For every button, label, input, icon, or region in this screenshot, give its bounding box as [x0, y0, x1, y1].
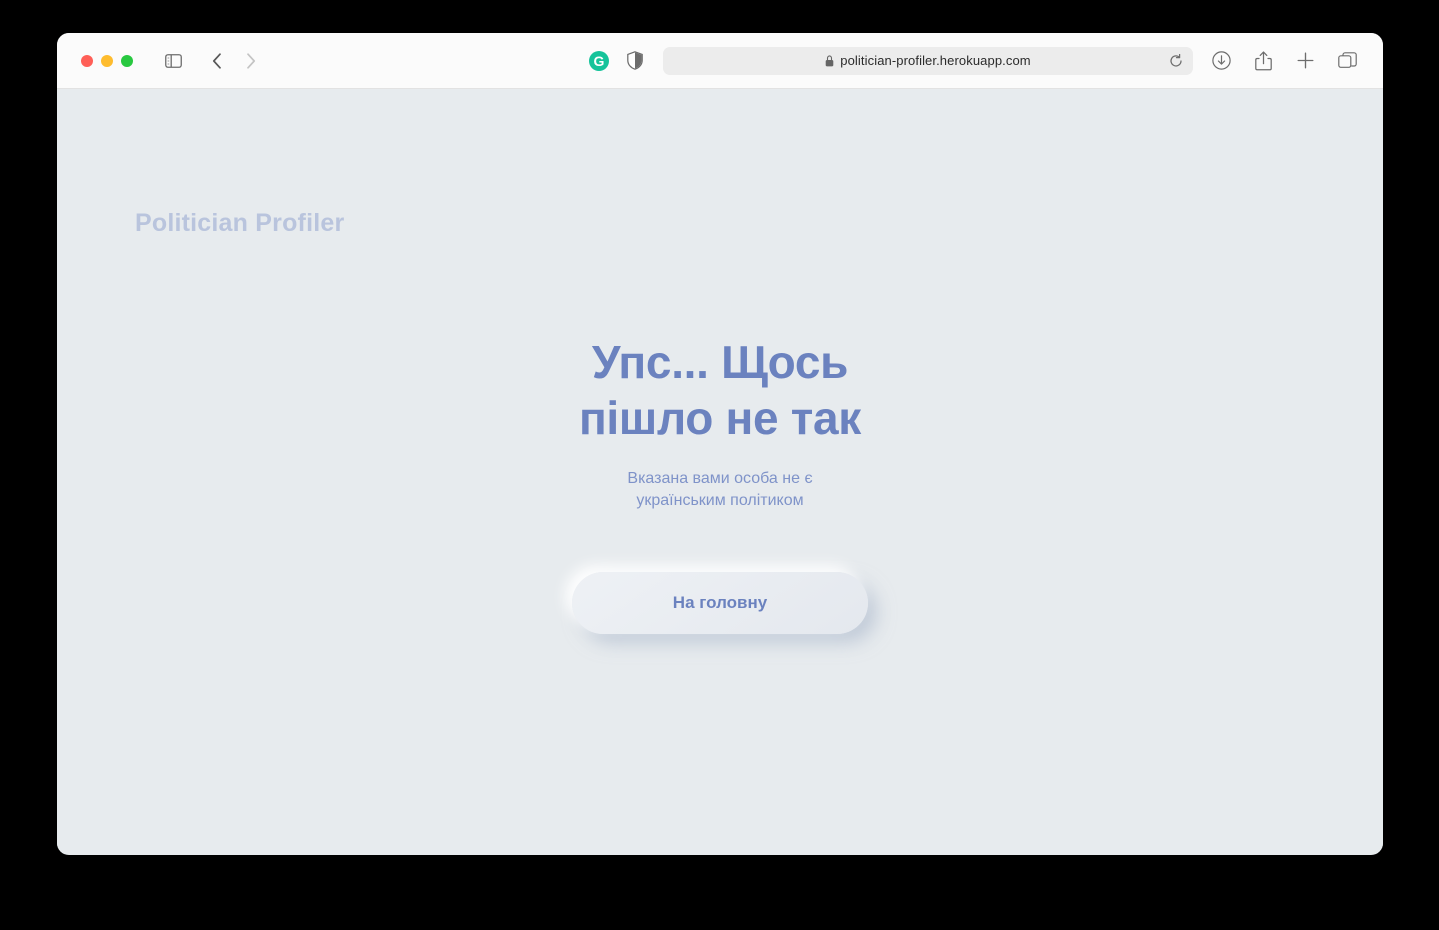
page-content: Politician Profiler Упс... Щось пішло не… [57, 89, 1383, 854]
address-bar-container: politician-profiler.herokuapp.com [663, 46, 1193, 75]
browser-toolbar: G politician-profiler.herokuapp.com [57, 33, 1383, 89]
forward-button-icon[interactable] [237, 47, 265, 75]
screen: G politician-profiler.herokuapp.com Poli… [0, 0, 1439, 930]
maximize-window-button[interactable] [121, 54, 133, 67]
downloads-icon[interactable] [1207, 47, 1235, 75]
back-button-icon[interactable] [203, 47, 231, 75]
address-bar[interactable]: politician-profiler.herokuapp.com [663, 46, 1193, 75]
address-bar-url: politician-profiler.herokuapp.com [840, 53, 1031, 68]
home-button[interactable]: На головну [572, 572, 868, 634]
sidebar-toggle-icon[interactable] [159, 47, 187, 75]
lock-icon [825, 54, 834, 67]
extension-icons: G [589, 47, 649, 75]
error-title: Упс... Щось пішло не так [579, 334, 861, 446]
error-title-line-2: пішло не так [578, 392, 862, 444]
minimize-window-button[interactable] [101, 54, 113, 67]
error-subtitle: Вказана вами особа не є українським полі… [627, 470, 813, 509]
toolbar-right-icons [1207, 47, 1361, 75]
site-logo[interactable]: Politician Profiler [135, 209, 344, 238]
window-controls [81, 54, 133, 67]
shield-icon[interactable] [621, 47, 649, 75]
browser-window: G politician-profiler.herokuapp.com Poli… [57, 33, 1383, 855]
error-block: Упс... Щось пішло не так Вказана вами ос… [57, 334, 1383, 634]
share-icon[interactable] [1249, 47, 1277, 75]
grammarly-icon[interactable]: G [589, 50, 609, 71]
error-title-line-1: Упс... Щось [591, 336, 849, 388]
reload-icon[interactable] [1167, 52, 1185, 70]
tab-overview-icon[interactable] [1333, 47, 1361, 75]
close-window-button[interactable] [81, 54, 93, 67]
new-tab-icon[interactable] [1291, 47, 1319, 75]
